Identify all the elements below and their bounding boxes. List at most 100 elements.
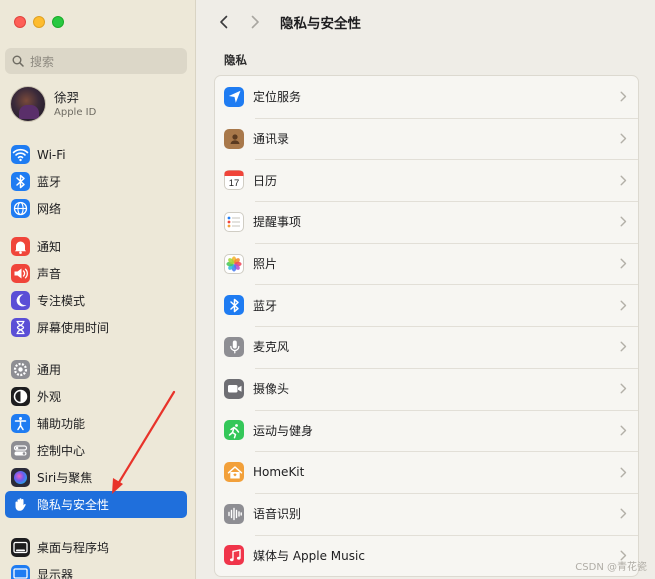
chevron-right-icon [618, 216, 628, 228]
sidebar-item-label: 通知 [37, 240, 62, 254]
reminders-icon [224, 211, 244, 232]
bluetooth-icon [224, 295, 244, 316]
sidebar-item-gear[interactable]: 通用 [5, 356, 187, 383]
search-icon [12, 55, 24, 67]
dock-icon [11, 538, 30, 557]
sidebar-group: Wi-Fi 蓝牙 网络 [5, 141, 187, 222]
accessibility-icon [11, 414, 30, 433]
account-name: 徐羿 [54, 89, 80, 105]
privacy-row-label: 麦克风 [253, 340, 290, 355]
zoom-window-button[interactable] [52, 16, 64, 28]
sidebar-item-label: Siri与聚焦 [37, 471, 93, 485]
contacts-icon [224, 128, 244, 149]
hourglass-icon [11, 318, 30, 337]
chevron-right-icon [618, 91, 628, 103]
hand-icon [11, 495, 30, 514]
bell-icon [11, 237, 30, 256]
sidebar-item-hourglass[interactable]: 屏幕使用时间 [5, 314, 187, 341]
account-subtitle: Apple ID [54, 106, 97, 118]
privacy-row-microphone[interactable]: 麦克风 [215, 326, 638, 368]
sidebar-item-wifi[interactable]: Wi-Fi [5, 141, 187, 168]
privacy-row-fitness[interactable]: 运动与健身 [215, 409, 638, 452]
location-arrow-icon [224, 86, 244, 107]
moon-icon [11, 291, 30, 310]
search-input[interactable]: 搜索 [5, 48, 187, 74]
privacy-row-label: 照片 [253, 257, 278, 272]
sidebar-item-label: 辅助功能 [37, 417, 86, 431]
fitness-icon [224, 420, 244, 441]
svg-text:17: 17 [229, 178, 240, 189]
privacy-row-reminders[interactable]: 提醒事项 [215, 201, 638, 243]
camera-icon [224, 378, 244, 399]
page-title: 隐私与安全性 [280, 16, 361, 32]
toolbar: 隐私与安全性 [196, 0, 655, 44]
sidebar-group: 通知声音专注模式屏幕使用时间 [5, 233, 187, 341]
home-icon [224, 462, 244, 483]
privacy-row-label: HomeKit [253, 465, 305, 480]
speaker-icon [11, 264, 30, 283]
privacy-row-label: 摄像头 [253, 382, 290, 397]
calendar-icon: 17 [224, 170, 244, 191]
window-controls [14, 16, 64, 28]
sidebar-item-label: 显示器 [37, 568, 74, 579]
sidebar-item-label: 外观 [37, 390, 62, 404]
privacy-row-camera[interactable]: 摄像头 [215, 367, 638, 410]
sidebar-item-label: 屏幕使用时间 [37, 321, 110, 335]
privacy-row-label: 通讯录 [253, 132, 290, 147]
privacy-row-label: 运动与健身 [253, 423, 314, 438]
privacy-row-calendar[interactable]: 17 日历 [215, 159, 638, 201]
control-center-icon [11, 441, 30, 460]
privacy-row-bluetooth[interactable]: 蓝牙 [215, 284, 638, 326]
microphone-icon [224, 336, 244, 357]
music-icon [224, 545, 244, 566]
privacy-row-photos[interactable]: 照片 [215, 242, 638, 285]
avatar [10, 86, 46, 122]
privacy-row-label: 提醒事项 [253, 215, 302, 230]
sidebar-group: 通用外观辅助功能控制中心 Siri与聚焦隐私与安全性 [5, 356, 187, 518]
chevron-right-icon [618, 383, 628, 395]
wifi-icon [11, 145, 30, 164]
sidebar-item-appearance[interactable]: 外观 [5, 383, 187, 410]
chevron-right-icon [618, 299, 628, 311]
sidebar-item-dock[interactable]: 桌面与程序坞 [5, 534, 187, 561]
privacy-row-label: 蓝牙 [253, 298, 278, 313]
sidebar-item-moon[interactable]: 专注模式 [5, 287, 187, 314]
privacy-row-location-arrow[interactable]: 定位服务 [215, 76, 638, 118]
sidebar-item-siri[interactable]: Siri与聚焦 [5, 464, 187, 491]
chevron-right-icon [618, 174, 628, 186]
close-window-button[interactable] [14, 16, 26, 28]
sidebar-item-bluetooth[interactable]: 蓝牙 [5, 168, 187, 195]
forward-button[interactable] [246, 12, 264, 32]
section-title-privacy: 隐私 [224, 53, 247, 67]
sidebar-item-label: 隐私与安全性 [37, 498, 110, 512]
sidebar-item-hand[interactable]: 隐私与安全性 [5, 491, 187, 518]
sidebar-item-display[interactable]: 显示器 [5, 561, 187, 579]
siri-icon [11, 468, 30, 487]
chevron-right-icon [618, 133, 628, 145]
sidebar-item-globe[interactable]: 网络 [5, 195, 187, 222]
privacy-row-waveform[interactable]: 语音识别 [215, 492, 638, 535]
search-placeholder: 搜索 [30, 54, 55, 69]
minimize-window-button[interactable] [33, 16, 45, 28]
gear-icon [11, 360, 30, 379]
privacy-row-home[interactable]: HomeKit [215, 451, 638, 493]
privacy-row-contacts[interactable]: 通讯录 [215, 117, 638, 160]
sidebar-item-label: Wi-Fi [37, 147, 66, 162]
sidebar-item-accessibility[interactable]: 辅助功能 [5, 410, 187, 437]
back-button[interactable] [214, 12, 232, 32]
apple-id-account[interactable]: 徐羿 Apple ID [10, 86, 96, 122]
chevron-right-icon [618, 466, 628, 478]
sidebar-item-bell[interactable]: 通知 [5, 233, 187, 260]
chevron-right-icon [618, 424, 628, 436]
chevron-right-icon [618, 508, 628, 520]
sidebar-item-speaker[interactable]: 声音 [5, 260, 187, 287]
sidebar-item-label: 声音 [37, 267, 62, 281]
sidebar-item-control-center[interactable]: 控制中心 [5, 437, 187, 464]
sidebar-group: 桌面与程序坞显示器 [5, 534, 187, 579]
privacy-row-label: 语音识别 [253, 507, 302, 522]
chevron-right-icon [618, 258, 628, 270]
watermark: CSDN @青花瓷 [575, 562, 647, 573]
privacy-row-label: 定位服务 [253, 90, 302, 105]
sidebar-item-label: 通用 [37, 363, 62, 377]
privacy-settings-list: 定位服务通讯录 17 日历提醒事项照片蓝牙麦克风摄像头运动与健身 HomeKit 语音识… [214, 75, 639, 578]
